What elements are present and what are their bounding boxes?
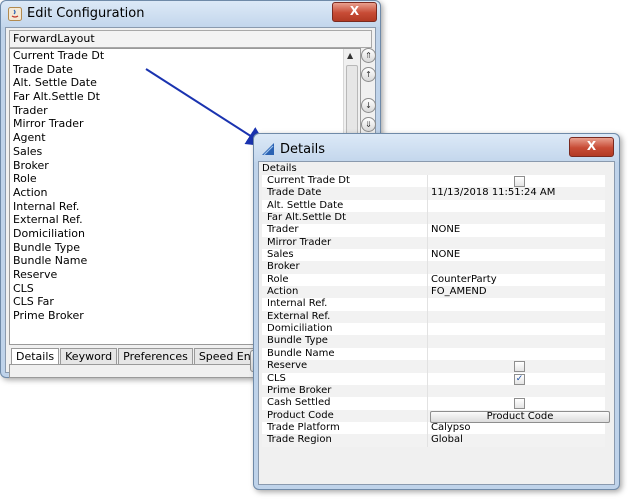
row-label: Mirror Trader bbox=[262, 236, 428, 250]
table-row: Broker bbox=[262, 261, 605, 274]
row-value[interactable] bbox=[428, 311, 605, 323]
table-row: Trader NONE bbox=[262, 224, 605, 237]
row-value[interactable] bbox=[428, 175, 605, 187]
table-row: CLS ✓ bbox=[262, 372, 605, 385]
row-label: Prime Broker bbox=[262, 384, 428, 398]
table-row: Alt. Settle Date bbox=[262, 199, 605, 213]
details-titlebar[interactable]: Details X bbox=[254, 134, 619, 162]
window-title: Details bbox=[280, 142, 326, 157]
close-button[interactable]: X bbox=[569, 137, 614, 157]
row-label: Cash Settled bbox=[262, 397, 428, 410]
check-icon: ✓ bbox=[515, 373, 524, 384]
row-value[interactable]: Product Code bbox=[428, 410, 610, 423]
table-row: Bundle Name bbox=[262, 347, 605, 361]
table-row: External Ref. bbox=[262, 310, 605, 324]
row-label: Trade Region bbox=[262, 434, 428, 447]
table-row: Mirror Trader bbox=[262, 236, 605, 250]
table-row: Reserve bbox=[262, 360, 605, 373]
row-label: Current Trade Dt bbox=[262, 175, 428, 188]
details-window: Details X Details Current Trade Dt Trade … bbox=[253, 133, 620, 490]
row-label: CLS bbox=[262, 372, 428, 385]
table-row: Bundle Type bbox=[262, 335, 605, 348]
table-row: Trade Date 11/13/2018 11:51:24 AM bbox=[262, 187, 605, 200]
table-row: Action FO_AMEND bbox=[262, 286, 605, 299]
row-value[interactable] bbox=[428, 298, 605, 310]
row-value[interactable] bbox=[428, 212, 605, 224]
table-row: Current Trade Dt bbox=[262, 175, 605, 188]
row-value[interactable]: NONE bbox=[428, 224, 605, 236]
table-row: Trade Region Global bbox=[262, 434, 605, 447]
row-label: Far Alt.Settle Dt bbox=[262, 212, 428, 225]
table-row: Trade Platform Calypso bbox=[262, 421, 605, 435]
table-row: Prime Broker bbox=[262, 384, 605, 398]
row-value[interactable] bbox=[428, 385, 605, 397]
row-value[interactable] bbox=[428, 261, 605, 273]
row-value[interactable]: CounterParty bbox=[428, 274, 605, 286]
table-row: Internal Ref. bbox=[262, 298, 605, 311]
checkbox[interactable] bbox=[514, 398, 525, 410]
row-label: Role bbox=[262, 273, 428, 287]
checked-checkbox[interactable]: ✓ bbox=[514, 373, 525, 385]
product-code-button[interactable]: Product Code bbox=[430, 410, 610, 423]
row-label: Reserve bbox=[262, 360, 428, 373]
row-value[interactable] bbox=[428, 335, 605, 347]
row-label: Action bbox=[262, 286, 428, 299]
row-value[interactable]: Calypso bbox=[428, 422, 605, 434]
row-label: Product Code bbox=[262, 409, 428, 422]
row-value[interactable]: ✓ bbox=[428, 373, 605, 385]
row-label: Trade Date bbox=[262, 187, 428, 200]
row-value[interactable] bbox=[428, 200, 605, 212]
row-label: Trader bbox=[262, 224, 428, 237]
table-row: Far Alt.Settle Dt bbox=[262, 212, 605, 225]
details-header: Details bbox=[262, 163, 297, 174]
row-label: Domiciliation bbox=[262, 323, 428, 336]
table-row: Role CounterParty bbox=[262, 273, 605, 287]
row-value[interactable]: 11/13/2018 11:51:24 AM bbox=[428, 187, 605, 199]
row-value[interactable] bbox=[428, 397, 605, 410]
table-row: Sales NONE bbox=[262, 249, 605, 262]
checkbox[interactable] bbox=[514, 176, 525, 187]
row-label: Sales bbox=[262, 249, 428, 262]
row-label: Broker bbox=[262, 261, 428, 274]
row-value[interactable]: Global bbox=[428, 434, 605, 446]
row-label: Internal Ref. bbox=[262, 298, 428, 311]
row-label: Alt. Settle Date bbox=[262, 199, 428, 213]
details-app-icon bbox=[262, 143, 274, 156]
table-row: Domiciliation bbox=[262, 323, 605, 336]
table-row: Cash Settled bbox=[262, 397, 605, 410]
row-value[interactable] bbox=[428, 323, 605, 335]
row-value[interactable]: FO_AMEND bbox=[428, 286, 605, 298]
details-body: Details Current Trade Dt Trade Date 11/13/… bbox=[258, 161, 615, 485]
row-value[interactable]: NONE bbox=[428, 249, 605, 261]
row-value[interactable] bbox=[428, 348, 605, 360]
row-value[interactable] bbox=[428, 237, 605, 249]
row-label: Trade Platform bbox=[262, 421, 428, 435]
checkbox[interactable] bbox=[514, 361, 525, 373]
table-row: Product Code Product Code bbox=[262, 409, 610, 423]
row-value[interactable] bbox=[428, 360, 605, 373]
row-label: Bundle Type bbox=[262, 335, 428, 348]
row-label: External Ref. bbox=[262, 310, 428, 324]
details-table: Current Trade Dt Trade Date 11/13/2018 11:… bbox=[262, 175, 610, 447]
row-label: Bundle Name bbox=[262, 347, 428, 361]
